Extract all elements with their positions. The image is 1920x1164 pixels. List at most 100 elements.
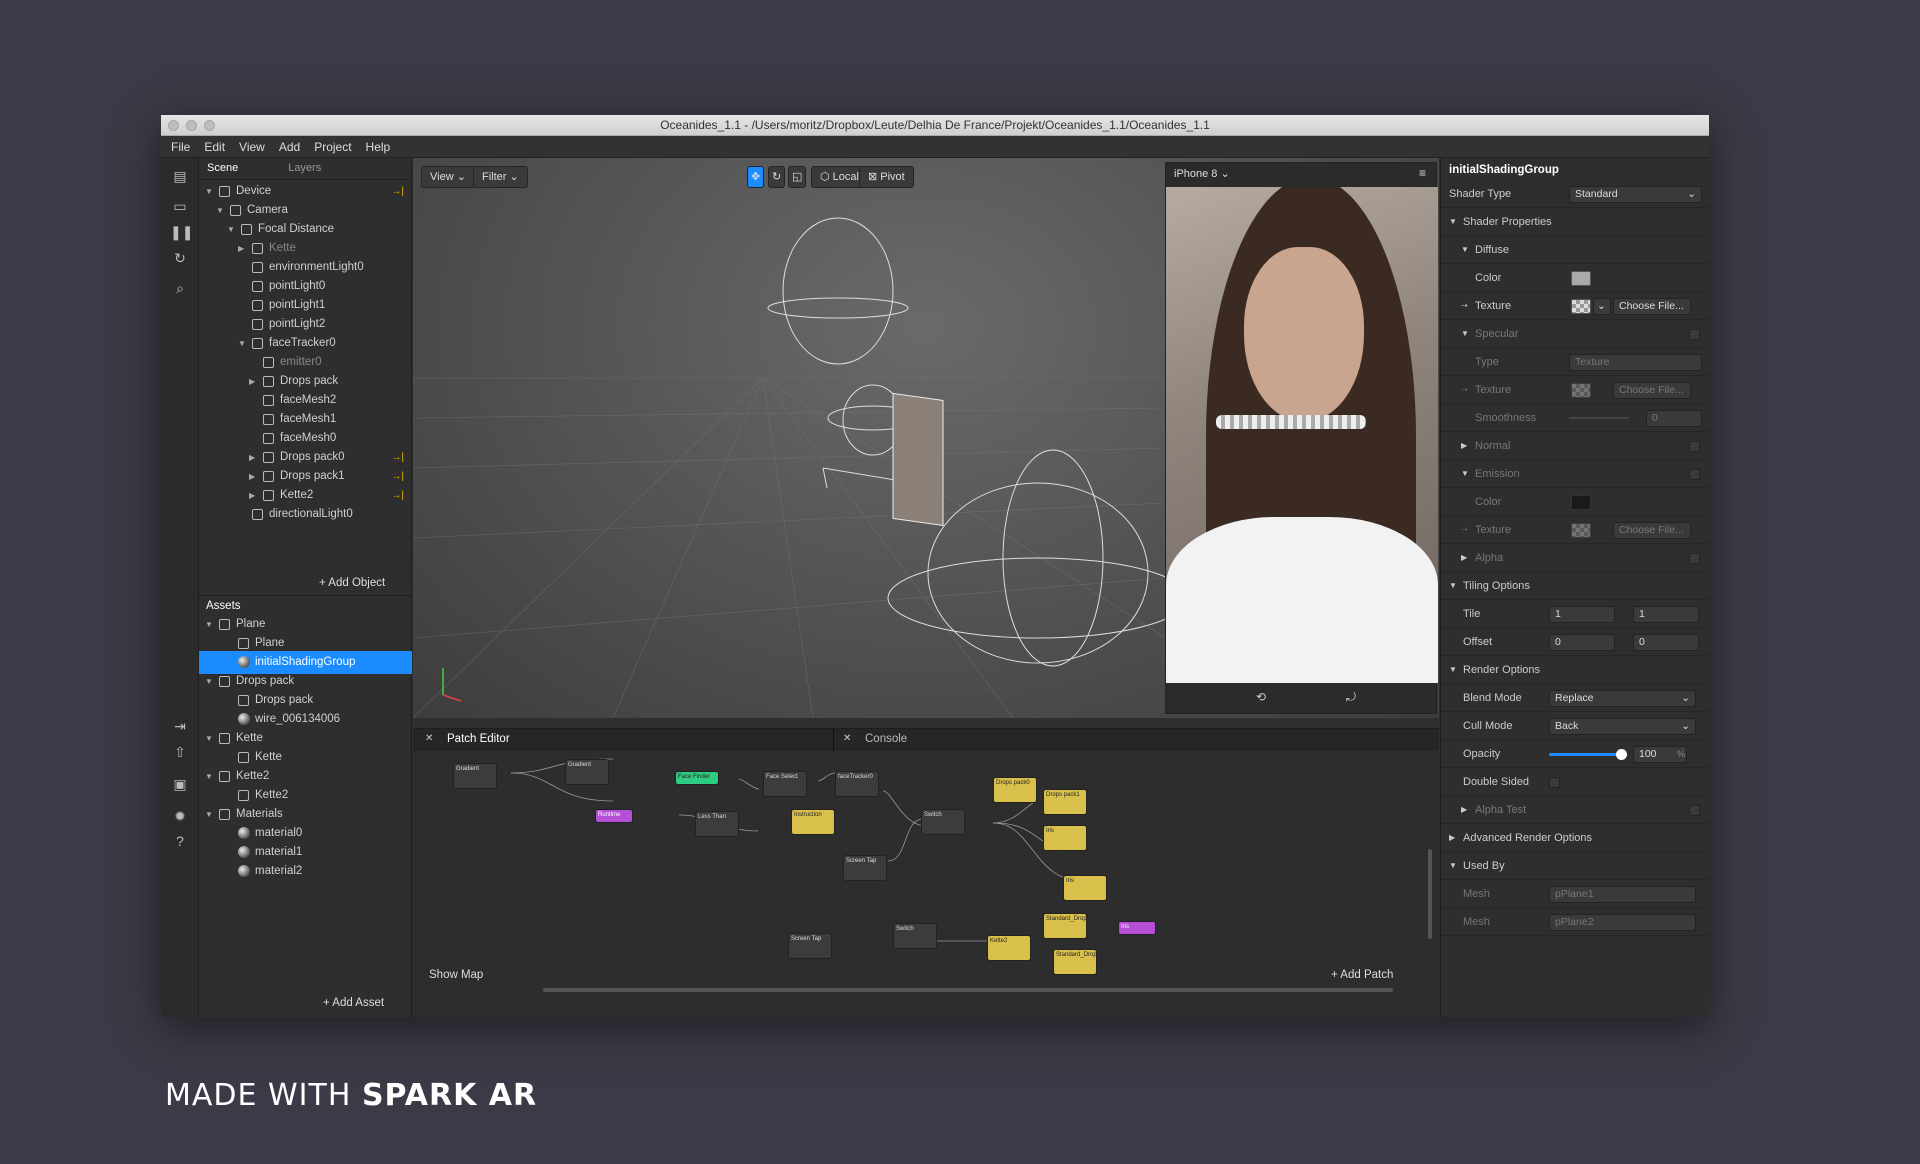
patch-node[interactable]: Iris	[1063, 875, 1107, 901]
double-sided-checkbox[interactable]	[1549, 777, 1560, 788]
menu-icon[interactable]: ≡	[1419, 166, 1426, 180]
patch-node[interactable]: Switch	[893, 923, 937, 949]
add-asset-button[interactable]: + Add Asset	[323, 997, 384, 1009]
alpha-test-checkbox[interactable]	[1689, 805, 1700, 816]
specular-row[interactable]: ▼ Specular	[1441, 320, 1709, 348]
tree-item[interactable]: material2	[199, 860, 412, 883]
used-by-row[interactable]: ▼ Used By	[1441, 852, 1709, 880]
vertical-scrollbar[interactable]	[1428, 849, 1432, 939]
patch-node[interactable]: Iris	[1043, 825, 1087, 851]
close-console-icon[interactable]: ✕	[843, 733, 851, 744]
offset-y-input[interactable]: 0	[1633, 634, 1699, 651]
mesh-2-link[interactable]: pPlane2	[1549, 914, 1696, 931]
shader-props-row[interactable]: ▼ Shader Properties	[1441, 208, 1709, 236]
menu-file[interactable]: File	[171, 140, 190, 154]
cull-mode-select[interactable]: Back ⌄	[1549, 718, 1696, 735]
patch-node[interactable]: Screen Tap	[843, 855, 887, 881]
viewport[interactable]: View ⌄ Filter ⌄ ✥ ↻ ◱ ⬡ Local ⊠ Pivot iP…	[413, 158, 1439, 718]
refresh-icon[interactable]: ↻	[170, 248, 190, 268]
help-icon[interactable]: ?	[170, 831, 190, 851]
share-icon[interactable]: ⇧	[170, 742, 190, 762]
patch-connections	[510, 758, 1084, 942]
mesh-1-link[interactable]: pPlane1	[1549, 886, 1696, 903]
patch-node[interactable]: Instruction	[791, 809, 835, 835]
patch-editor[interactable]: ✕ Patch Editor ✕ Console Gradient Gradien…	[413, 728, 1439, 1017]
patch-node[interactable]: Kette2	[987, 935, 1031, 961]
diffuse-color-swatch[interactable]	[1571, 271, 1591, 286]
video-icon[interactable]: ▭	[170, 196, 190, 216]
smoothness-slider[interactable]	[1569, 417, 1629, 419]
menu-project[interactable]: Project	[314, 140, 351, 154]
opacity-slider[interactable]	[1549, 749, 1627, 760]
tab-scene[interactable]: Scene	[199, 158, 246, 179]
patch-node[interactable]: Screen Tap	[788, 933, 832, 959]
render-options-row[interactable]: ▼ Render Options	[1441, 656, 1709, 684]
patch-editor-tab[interactable]: Patch Editor	[447, 733, 510, 745]
blend-mode-select[interactable]: Replace ⌄	[1549, 690, 1696, 707]
patch-node[interactable]: Gradient	[565, 759, 609, 785]
send-to-device-icon[interactable]: ⇥	[170, 716, 190, 736]
patch-node[interactable]: Face Finder	[675, 771, 719, 785]
menu-edit[interactable]: Edit	[204, 140, 225, 154]
patch-node[interactable]: Switch	[921, 809, 965, 835]
opacity-slider-knob[interactable]	[1616, 749, 1627, 760]
patch-node[interactable]: Standard_Drop	[1053, 949, 1097, 975]
layout-icon[interactable]: ▤	[170, 166, 190, 186]
rotate-device-icon[interactable]: ⤾	[1346, 690, 1356, 705]
tab-layers[interactable]: Layers	[280, 158, 329, 179]
normal-checkbox[interactable]	[1689, 441, 1700, 452]
texture-swatch[interactable]	[1571, 383, 1591, 398]
device-select[interactable]: iPhone 8 ⌄	[1174, 167, 1230, 180]
show-map-button[interactable]: Show Map	[429, 969, 483, 981]
add-patch-button[interactable]: + Add Patch	[1331, 969, 1393, 981]
tiling-row[interactable]: ▼ Tiling Options	[1441, 572, 1709, 600]
add-object-button[interactable]: + Add Object	[319, 577, 385, 589]
zoom-window-button[interactable]	[204, 120, 215, 131]
tree-item[interactable]: directionalLight0	[199, 503, 412, 526]
flip-camera-icon[interactable]: ⟲	[1256, 690, 1266, 704]
choose-file-button[interactable]: Choose File...	[1613, 382, 1691, 399]
alpha-row[interactable]: ▶ Alpha	[1441, 544, 1709, 572]
patch-node[interactable]: Drops pack0	[993, 777, 1037, 803]
patch-node[interactable]: Iris	[1118, 921, 1156, 935]
advanced-row[interactable]: ▶ Advanced Render Options	[1441, 824, 1709, 852]
patch-node[interactable]: Runtime	[595, 809, 633, 823]
menu-view[interactable]: View	[239, 140, 265, 154]
texture-swatch[interactable]	[1571, 299, 1591, 314]
patch-node[interactable]: Standard_Drop	[1043, 913, 1087, 939]
choose-file-button[interactable]: Choose File...	[1613, 522, 1691, 539]
type-select[interactable]: Texture	[1569, 354, 1702, 371]
texture-swatch[interactable]	[1571, 523, 1591, 538]
minimize-window-button[interactable]	[186, 120, 197, 131]
emission-color-swatch[interactable]	[1571, 495, 1591, 510]
emission-row[interactable]: ▼ Emission	[1441, 460, 1709, 488]
menu-add[interactable]: Add	[279, 140, 300, 154]
smoothness-value[interactable]: 0	[1646, 410, 1702, 427]
specular-checkbox[interactable]	[1689, 329, 1700, 340]
pause-icon[interactable]: ❚❚	[170, 222, 193, 242]
patch-node[interactable]: Less Than	[695, 811, 739, 837]
choose-file-button[interactable]: Choose File...	[1613, 298, 1691, 315]
offset-x-input[interactable]: 0	[1549, 634, 1615, 651]
menu-help[interactable]: Help	[366, 140, 391, 154]
console-tab[interactable]: Console	[865, 733, 907, 745]
patch-node[interactable]: Drops pack1	[1043, 789, 1087, 815]
normal-row[interactable]: ▶ Normal	[1441, 432, 1709, 460]
close-window-button[interactable]	[168, 120, 179, 131]
tile-x-input[interactable]: 1	[1549, 606, 1615, 623]
horizontal-scrollbar[interactable]	[543, 988, 1393, 992]
patch-node[interactable]: Gradient	[453, 763, 497, 789]
bug-icon[interactable]: ✹	[170, 806, 190, 826]
diffuse-row[interactable]: ▼ Diffuse	[1441, 236, 1709, 264]
patch-node[interactable]: Face Select	[763, 771, 807, 797]
tile-y-input[interactable]: 1	[1633, 606, 1699, 623]
close-patch-icon[interactable]: ✕	[425, 733, 433, 744]
shader-type-select[interactable]: Standard ⌄	[1569, 186, 1702, 203]
library-icon[interactable]: ▣	[170, 774, 190, 794]
alpha-test-row[interactable]: ▶ Alpha Test	[1441, 796, 1709, 824]
patch-node[interactable]: faceTracker0	[835, 771, 879, 797]
texture-dropdown[interactable]: ⌄	[1593, 298, 1611, 315]
emission-checkbox[interactable]	[1689, 469, 1700, 480]
alpha-checkbox[interactable]	[1689, 553, 1700, 564]
zoom-icon[interactable]: ⌕	[170, 278, 190, 298]
